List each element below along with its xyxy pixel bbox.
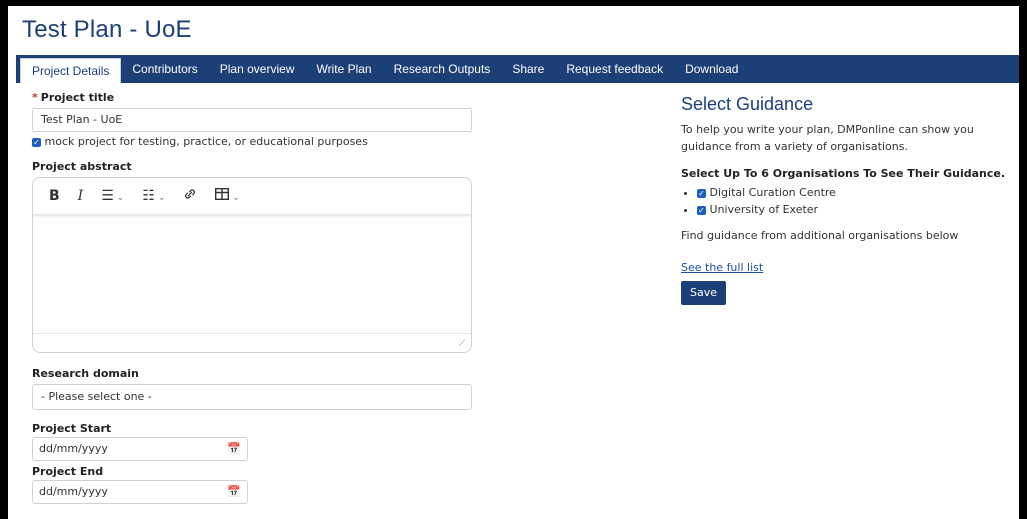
project-end-placeholder: dd/mm/yyyy [39, 485, 108, 498]
calendar-icon[interactable]: 📅 [227, 481, 241, 503]
mock-project-row: ✓ mock project for testing, practice, or… [32, 135, 472, 148]
tab-write-plan[interactable]: Write Plan [305, 55, 382, 83]
project-end-label: Project End [32, 465, 104, 478]
list-item: ✓ University of Exeter [697, 201, 1011, 218]
tab-project-details[interactable]: Project Details [20, 58, 122, 83]
italic-button[interactable]: I [78, 188, 84, 204]
bullet-list-icon: ☰ [101, 188, 114, 204]
project-details-form: * Project title Test Plan - UoE ✓ mock pr… [32, 91, 472, 504]
bold-button[interactable]: B [49, 188, 60, 204]
bullet-list-button[interactable]: ☰ ⌄ [101, 188, 124, 204]
table-button[interactable]: ⌄ [215, 187, 240, 204]
editor-statusbar: ⟋ [33, 333, 471, 352]
link-icon [185, 189, 196, 199]
chevron-down-icon: ⌄ [157, 193, 166, 203]
abstract-text-area[interactable] [33, 214, 471, 334]
tab-contributors[interactable]: Contributors [121, 55, 208, 83]
chevron-down-icon: ⌄ [232, 193, 240, 203]
org-label: University of Exeter [709, 203, 819, 216]
link-button[interactable] [183, 187, 197, 205]
tab-bar: Project Details Contributors Plan overvi… [16, 55, 1019, 83]
project-abstract-label: Project abstract [32, 160, 132, 173]
tab-plan-overview[interactable]: Plan overview [209, 55, 306, 83]
research-domain-label: Research domain [32, 367, 139, 380]
additional-guidance-text: Find guidance from additional organisati… [681, 229, 959, 242]
research-domain-select[interactable]: - Please select one - [32, 384, 472, 410]
list-item: ✓ Digital Curation Centre [697, 184, 1011, 201]
guidance-title: Select Guidance [681, 94, 814, 114]
save-button[interactable]: Save [681, 281, 727, 305]
page-title: Test Plan - UoE [22, 16, 192, 43]
project-start-placeholder: dd/mm/yyyy [39, 442, 108, 455]
chevron-down-icon: ⌄ [116, 193, 125, 203]
guidance-intro: To help you write your plan, DMPonline c… [681, 123, 974, 153]
table-icon [215, 187, 230, 201]
see-full-list-link[interactable]: See the full list [681, 261, 763, 274]
project-end-input[interactable]: dd/mm/yyyy 📅 [32, 480, 248, 504]
abstract-editor: B I ☰ ⌄ ☷ ⌄ ⌄ ⟋ [32, 177, 472, 353]
org-checkbox-dcc[interactable]: ✓ [697, 188, 706, 198]
tab-request-feedback[interactable]: Request feedback [555, 55, 674, 83]
tab-share[interactable]: Share [501, 55, 555, 83]
editor-toolbar: B I ☰ ⌄ ☷ ⌄ ⌄ [33, 178, 471, 214]
app-window: Test Plan - UoE Project Details Contribu… [8, 6, 1019, 519]
numbered-list-icon: ☷ [142, 188, 155, 204]
tab-download[interactable]: Download [674, 55, 749, 83]
calendar-icon[interactable]: 📅 [227, 438, 241, 460]
guidance-select-heading: Select Up To 6 Organisations To See Thei… [681, 167, 1006, 180]
guidance-panel: Select Guidance To help you write your p… [681, 94, 1011, 305]
org-checkbox-exeter[interactable]: ✓ [697, 205, 706, 215]
project-start-label: Project Start [32, 422, 112, 435]
mock-project-checkbox[interactable]: ✓ [32, 137, 41, 147]
project-title-label: * Project title [32, 91, 115, 104]
numbered-list-button[interactable]: ☷ ⌄ [142, 188, 165, 204]
mock-project-label: mock project for testing, practice, or e… [44, 135, 368, 148]
organisation-list: ✓ Digital Curation Centre ✓ University o… [681, 184, 1011, 218]
tab-research-outputs[interactable]: Research Outputs [383, 55, 502, 83]
project-start-input[interactable]: dd/mm/yyyy 📅 [32, 437, 248, 461]
resize-handle-icon[interactable]: ⟋ [459, 339, 465, 349]
project-title-input[interactable]: Test Plan - UoE [32, 108, 472, 132]
org-label: Digital Curation Centre [709, 186, 836, 199]
required-marker: * [32, 91, 38, 104]
